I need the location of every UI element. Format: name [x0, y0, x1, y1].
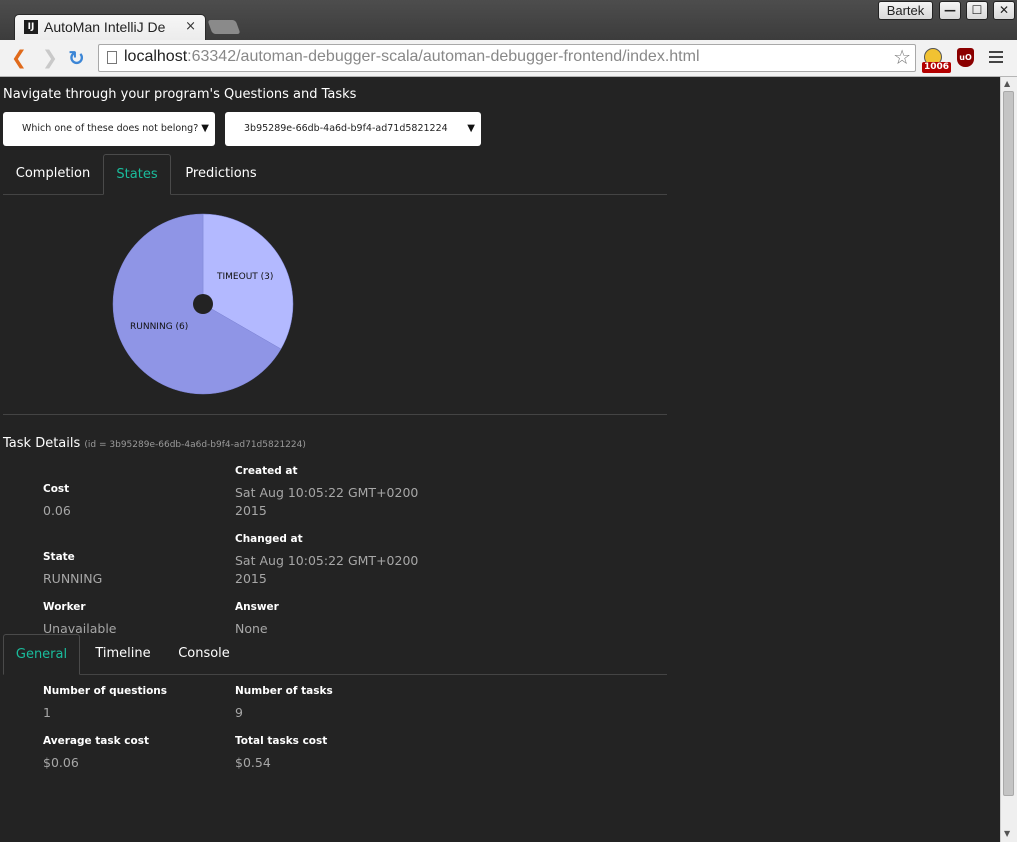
task-id: (id = 3b95289e-66db-4a6d-b9f4-ad71d58212… [84, 440, 306, 450]
reload-icon[interactable]: ↻ [68, 48, 85, 68]
pie-center-hole [193, 294, 213, 314]
browser-tab[interactable]: IJ AutoMan IntelliJ De × [14, 14, 206, 40]
total-tasks-cost-value: $0.54 [235, 755, 271, 770]
dropdown-caret-icon: ▼ [201, 123, 209, 134]
back-arrow-icon[interactable]: ❮ [11, 48, 27, 68]
created-at-value: Sat Aug 10:05:22 GMT+0200 2015 [235, 485, 419, 518]
forward-arrow-icon[interactable]: ❯ [42, 48, 58, 68]
bookmark-star-icon[interactable]: ☆ [893, 45, 911, 69]
state-value: RUNNING [43, 571, 103, 586]
hamburger-menu-icon[interactable] [989, 51, 1003, 66]
tab-general[interactable]: General [3, 634, 80, 675]
tab-close-icon[interactable]: × [185, 19, 196, 34]
num-questions-label: Number of questions [43, 685, 168, 697]
num-questions-value: 1 [43, 705, 51, 720]
num-tasks-label: Number of tasks [235, 685, 333, 697]
pie-label-timeout: TIMEOUT (3) [216, 272, 273, 282]
intellij-favicon-icon: IJ [24, 20, 38, 34]
task-select[interactable]: 3b95289e-66db-4a6d-b9f4-ad71d5821224 ▼ [225, 112, 481, 146]
extension-badge: 1006 [922, 62, 952, 73]
section-divider [3, 414, 667, 415]
tab-title: AutoMan IntelliJ De [44, 19, 166, 35]
dropdown-caret-icon: ▼ [467, 123, 475, 134]
num-tasks-value: 9 [235, 705, 243, 720]
cost-label: Cost [43, 483, 70, 495]
cost-value: 0.06 [43, 503, 71, 518]
page-icon [107, 51, 117, 64]
vertical-scrollbar[interactable]: ▲ ▼ [1000, 77, 1017, 842]
created-at-label: Created at [235, 465, 298, 477]
total-tasks-cost-label: Total tasks cost [235, 735, 328, 747]
tab-states[interactable]: States [103, 154, 171, 195]
new-tab-button[interactable] [207, 20, 241, 34]
question-select[interactable]: Which one of these does not belong? ▼ [3, 112, 215, 146]
scrollbar-thumb[interactable] [1003, 91, 1014, 796]
state-label: State [43, 551, 75, 563]
tab-completion[interactable]: Completion [3, 154, 103, 194]
minimize-button[interactable]: — [939, 1, 961, 20]
page-content: Navigate through your program's Question… [0, 77, 1000, 842]
pie-label-running: RUNNING (6) [130, 322, 188, 332]
scroll-up-arrow-icon[interactable]: ▲ [1004, 79, 1010, 89]
url-text[interactable]: localhost:63342/automan-debugger-scala/a… [124, 48, 700, 66]
tab-console[interactable]: Console [166, 634, 242, 674]
changed-at-value: Sat Aug 10:05:22 GMT+0200 2015 [235, 553, 419, 586]
answer-label: Answer [235, 601, 279, 613]
avg-task-cost-label: Average task cost [43, 735, 149, 747]
browser-toolbar: ❮ ❯ ↻ localhost:63342/automan-debugger-s… [0, 40, 1017, 77]
profile-button[interactable]: Bartek [878, 1, 933, 20]
avg-task-cost-value: $0.06 [43, 755, 79, 770]
scroll-down-arrow-icon[interactable]: ▼ [1004, 829, 1010, 839]
tab-timeline[interactable]: Timeline [80, 634, 166, 674]
nav-heading: Navigate through your program's Question… [3, 87, 357, 102]
worker-label: Worker [43, 601, 86, 613]
tab-predictions[interactable]: Predictions [171, 154, 271, 194]
browser-titlebar: IJ AutoMan IntelliJ De × Bartek — ☐ ✕ [0, 0, 1017, 40]
top-tabs: Completion States Predictions [3, 154, 667, 195]
states-pie-chart: TIMEOUT (3) RUNNING (6) [112, 213, 294, 395]
task-details-title: Task Details (id = 3b95289e-66db-4a6d-b9… [3, 436, 306, 451]
maximize-button[interactable]: ☐ [966, 1, 988, 20]
bottom-tabs: General Timeline Console [3, 634, 667, 675]
close-window-button[interactable]: ✕ [993, 1, 1015, 20]
address-bar[interactable]: localhost:63342/automan-debugger-scala/a… [98, 44, 916, 72]
ublock-shield-icon[interactable]: uO [957, 48, 974, 67]
changed-at-label: Changed at [235, 533, 303, 545]
